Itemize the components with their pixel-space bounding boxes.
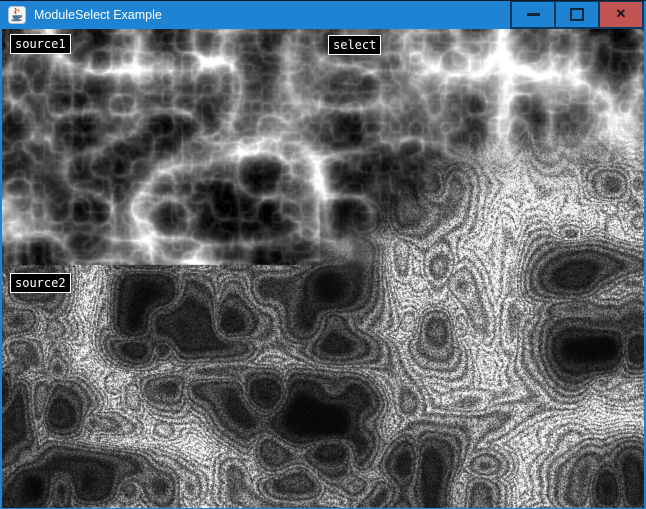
noise-canvas	[2, 29, 644, 508]
close-button[interactable]: ✕	[598, 1, 644, 29]
minimize-button[interactable]	[510, 1, 556, 29]
window-controls: ✕	[512, 1, 644, 29]
label-source1: source1	[10, 34, 71, 54]
titlebar[interactable]: ModuleSelect Example ✕	[0, 1, 646, 29]
label-select: select	[328, 35, 381, 55]
maximize-icon	[570, 8, 584, 21]
window-title: ModuleSelect Example	[34, 8, 512, 22]
java-coffee-cup-icon	[8, 6, 26, 24]
close-icon: ✕	[616, 7, 627, 20]
render-area	[2, 29, 644, 508]
maximize-button[interactable]	[554, 1, 600, 29]
minimize-icon	[527, 13, 540, 16]
app-window: ModuleSelect Example ✕ source1 select so…	[0, 0, 646, 509]
label-source2: source2	[10, 273, 71, 293]
